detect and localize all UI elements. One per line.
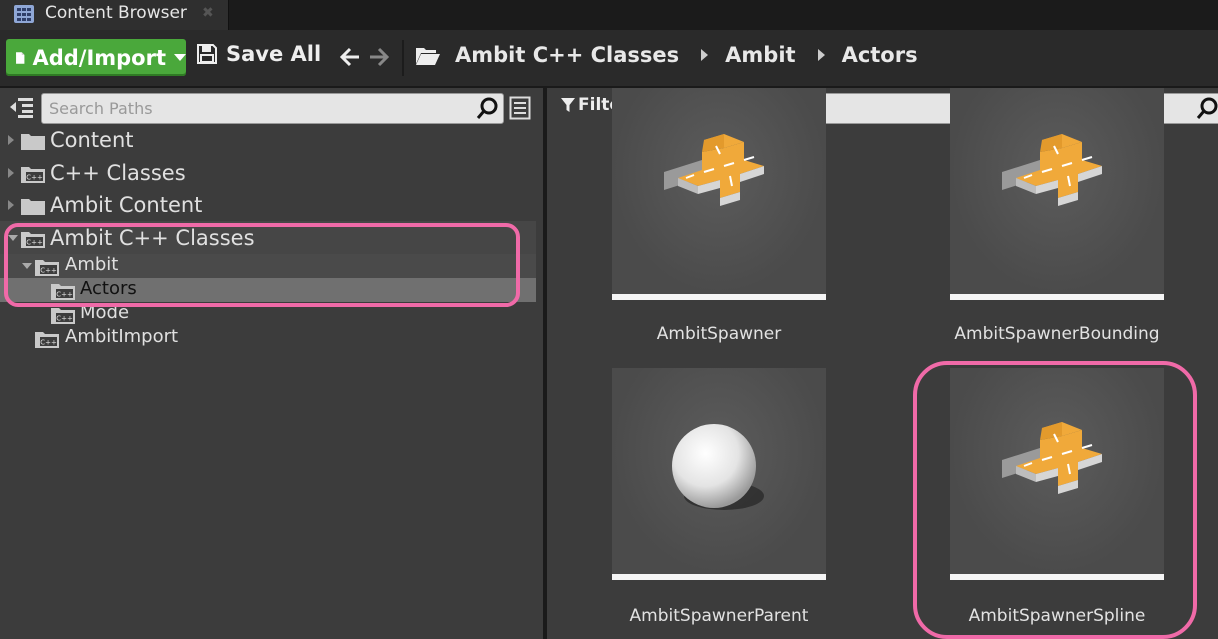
search-icon[interactable] (476, 96, 500, 120)
search-paths-input[interactable] (49, 97, 449, 119)
tab-title: Content Browser (45, 3, 187, 23)
folder-icon (20, 131, 46, 151)
save-icon (197, 44, 217, 64)
search-icon[interactable] (1196, 96, 1218, 120)
add-import-button[interactable]: Add/Import (6, 39, 186, 76)
asset-type-bar (612, 294, 826, 300)
back-arrow-icon[interactable] (339, 46, 361, 68)
save-all-label: Save All (226, 42, 322, 66)
toolbar: Add/Import Save All Ambit C++ Classes Am… (0, 30, 1218, 88)
cpp-folder-icon (34, 329, 60, 349)
cpp-folder-icon (20, 164, 46, 184)
tree-item-label: Ambit Content (50, 193, 203, 217)
tree-item-ambit-import[interactable]: AmbitImport (0, 325, 536, 351)
highlight-annotation (913, 361, 1197, 639)
breadcrumb: Ambit C++ Classes Ambit Actors (455, 43, 918, 67)
expand-arrow-icon[interactable] (8, 135, 14, 145)
save-all-button[interactable]: Save All (196, 42, 321, 66)
add-import-label: Add/Import (32, 45, 166, 70)
search-paths-field[interactable] (41, 93, 504, 124)
asset-type-bar (950, 294, 1164, 300)
asset-thumbnail (612, 88, 826, 294)
breadcrumb-item[interactable]: Ambit (725, 43, 795, 67)
asset-name: AmbitSpawnerParent (629, 606, 809, 626)
breadcrumb-arrow-icon[interactable] (701, 49, 709, 61)
asset-type-bar (612, 574, 826, 580)
chevron-down-icon (174, 54, 186, 61)
asset-thumbnail (950, 88, 1164, 294)
tree-item-label: AmbitImport (65, 326, 179, 347)
asset-tile[interactable] (612, 88, 826, 300)
road-cross-icon (664, 130, 774, 220)
breadcrumb-arrow-icon[interactable] (817, 49, 825, 61)
sources-panel: Content C++ Classes Ambit Content Ambit … (0, 88, 543, 639)
view-options-icon[interactable] (509, 96, 531, 120)
sphere-icon (672, 424, 764, 510)
folder-icon (20, 196, 46, 216)
cpp-folder-icon (50, 305, 76, 325)
tree-item-cpp-classes[interactable]: C++ Classes (0, 160, 536, 188)
content-browser-icon (14, 5, 34, 23)
road-cross-icon (1002, 130, 1112, 220)
tree-item-label: Content (50, 128, 134, 152)
tab-content-browser[interactable]: Content Browser ✖ (0, 0, 229, 30)
new-document-icon (16, 51, 25, 64)
tree-item-content[interactable]: Content (0, 127, 536, 155)
filter-icon (561, 98, 575, 112)
tree-item-label: C++ Classes (50, 161, 186, 185)
folder-open-icon (416, 48, 440, 65)
expand-arrow-icon[interactable] (8, 168, 14, 178)
close-icon[interactable]: ✖ (202, 5, 214, 21)
breadcrumb-item[interactable]: Actors (842, 43, 918, 67)
asset-name: AmbitSpawnerBounding (954, 324, 1160, 344)
asset-name: AmbitSpawner (656, 324, 782, 344)
breadcrumb-item[interactable]: Ambit C++ Classes (455, 43, 679, 67)
asset-tile[interactable] (612, 368, 826, 580)
asset-tile[interactable] (950, 88, 1164, 300)
collapse-tree-icon[interactable] (8, 96, 34, 118)
asset-thumbnail (612, 368, 826, 574)
asset-view: Filters AmbitSpawner AmbitSpawnerBoundin… (547, 88, 1218, 639)
tab-bar: Content Browser ✖ (0, 0, 1218, 30)
expand-arrow-icon[interactable] (8, 200, 14, 210)
forward-arrow-icon[interactable] (368, 46, 390, 68)
highlight-annotation (4, 223, 520, 307)
toolbar-separator (402, 40, 404, 76)
tree-item-ambit-content[interactable]: Ambit Content (0, 192, 536, 220)
